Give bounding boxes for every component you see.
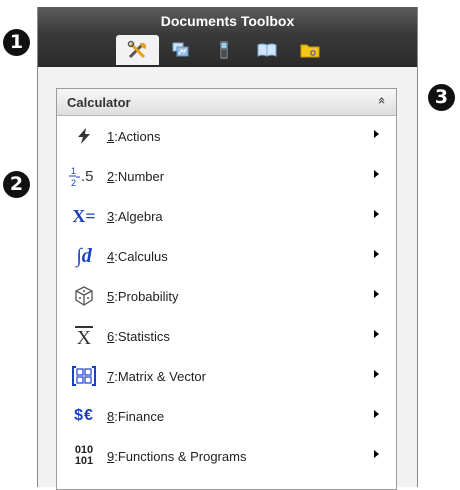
submenu-arrow-icon [374,250,379,258]
tab-content-explorer[interactable] [288,35,331,65]
submenu-arrow-icon [374,290,379,298]
panel-title: Calculator [67,95,131,110]
calculus-icon-text: ∫d [76,244,92,267]
finance-icon: $€ [69,403,99,429]
tab-handheld[interactable] [202,35,245,65]
menu-item-calculus[interactable]: ∫d 4:Calculus [57,236,396,276]
callout-3: 3 [428,84,455,111]
menu-label: :Number [114,169,165,184]
submenu-arrow-icon [374,410,379,418]
tab-content-book[interactable] [245,35,288,65]
submenu-arrow-icon [374,450,379,458]
variables-icon [172,42,188,57]
handheld-icon [219,41,228,59]
binary-icon: 010 101 [69,443,99,469]
binary-icon-text: 010 101 [74,444,94,467]
submenu-arrow-icon [374,370,379,378]
number-icon-text: .5 [81,167,94,185]
tools-icon [127,40,146,59]
submenu-arrow-icon [374,330,379,338]
menu-label: :Algebra [114,209,163,224]
menu-item-probability[interactable]: 5:Probability [57,276,396,316]
book-icon [257,43,276,57]
menu-label: :Finance [114,409,165,424]
menu-label: :Calculus [114,249,168,264]
menu-item-matrix-vector[interactable]: 7:Matrix & Vector [57,356,396,396]
folder-icon [300,44,319,58]
tab-variables[interactable] [159,35,202,65]
toolbox-title: Documents Toolbox [160,13,295,29]
calculator-panel: Calculator » 1:Actions 1 2 .5 2:Number X… [56,88,397,490]
svg-text:1: 1 [71,166,76,176]
collapse-icon[interactable]: » [375,97,390,105]
submenu-arrow-icon [374,210,379,218]
menu-item-number[interactable]: 1 2 .5 2 :Number [57,156,396,196]
menu-item-finance[interactable]: $€ 8:Finance [57,396,396,436]
submenu-arrow-icon [374,130,379,138]
menu-item-functions-programs[interactable]: 010 101 9:Functions & Programs [57,436,396,476]
callout-2: 2 [3,171,30,198]
toolbox-header: Documents Toolbox [38,7,417,67]
finance-icon-text: $€ [74,407,94,424]
mean-icon: X [69,323,99,349]
submenu-arrow-icon [374,170,379,178]
toolbox-tabs [116,35,331,65]
callout-1: 1 [3,29,30,56]
menu-label: :Functions & Programs [114,449,247,464]
menu-label: :Actions [114,129,161,144]
svg-text:2: 2 [71,178,76,188]
calculator-panel-header[interactable]: Calculator » [57,89,396,116]
menu-label: :Statistics [114,329,170,344]
calculus-icon: ∫d [69,243,99,269]
menu-item-statistics[interactable]: X 6:Statistics [57,316,396,356]
dice-icon [69,283,99,309]
mean-icon-text: X [76,326,92,349]
menu-item-algebra[interactable]: X= 3:Algebra [57,196,396,236]
menu-item-actions[interactable]: 1:Actions [57,116,396,156]
lightning-icon [69,123,99,149]
matrix-icon [69,363,99,389]
menu-label: :Probability [114,289,179,304]
menu-label: :Matrix & Vector [114,369,206,384]
tab-utilities[interactable] [116,35,159,65]
algebra-icon: X= [69,203,99,229]
documents-toolbox: Documents Toolbox Calculator » 1:Actions… [37,7,418,490]
number-icon: 1 2 .5 [67,163,97,189]
algebra-icon-text: X= [72,205,96,226]
calculator-menu: 1:Actions 1 2 .5 2:Number X= 3:Algebra ∫… [57,116,396,476]
